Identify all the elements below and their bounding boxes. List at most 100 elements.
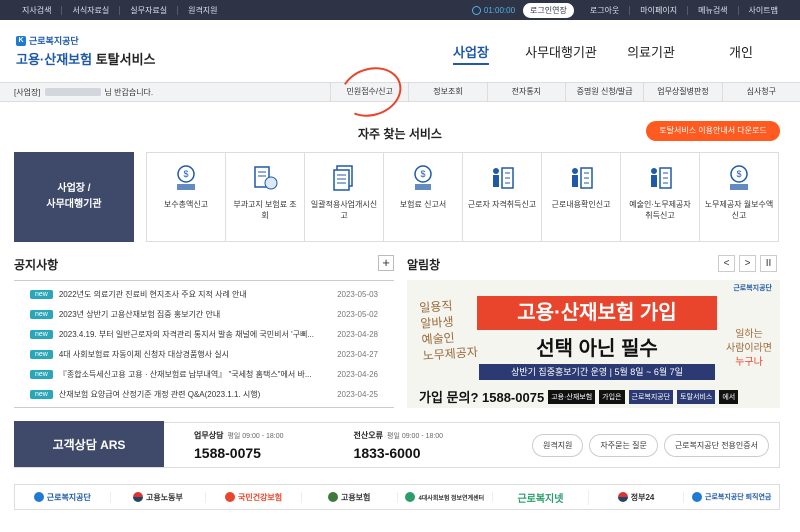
link-sitemap[interactable]: 사이트맵 <box>739 6 788 15</box>
subnav-info-lookup[interactable]: 정보조회 <box>408 82 486 102</box>
notice-list: new 2022년도 의료기관 진료비 현지조사 주요 지적 사례 안내 2023-… <box>14 280 394 408</box>
list-item[interactable]: new 2022년도 의료기관 진료비 현지조사 주요 지적 사례 안내 2023-… <box>14 285 394 304</box>
coin-hand-icon: $ <box>408 163 438 193</box>
notice-text[interactable]: 산재보험 요양급여 산정기준 개정 관련 Q&A(2023.1.1. 시행) <box>59 389 337 400</box>
services-category-tab[interactable]: 사업장 / 사무대행기관 <box>14 152 134 242</box>
ars-it: 전산오류 평일 09:00 - 18:00 1833-6000 <box>354 430 444 461</box>
banner-right-script: 일하는 사람이라면 누구나 <box>726 328 772 370</box>
document-money-icon <box>250 163 280 193</box>
list-item[interactable]: new 2023.4.19. 부터 일반근로자의 자격관리 통지서 발송 채널에 … <box>14 325 394 344</box>
link-form-library[interactable]: 서식자료실 <box>62 5 121 15</box>
frequent-services: 사업장 / 사무대행기관 $ 보수총액신고 부과고지 보험료 조회 일괄적용사업… <box>14 152 779 242</box>
link-branch-search[interactable]: 지사검색 <box>22 5 63 15</box>
partner-name: 국민건강보험 <box>237 492 283 502</box>
coin-document-icon: $ <box>724 163 754 193</box>
greeting-suffix: 님 반갑습니다. <box>104 87 154 97</box>
faq-button[interactable]: 자주묻는 질문 <box>589 433 658 457</box>
nav-agency[interactable]: 사무대행기관 <box>516 42 606 61</box>
list-item[interactable]: new 산재보험 요양급여 산정기준 개정 관련 Q&A(2023.1.1. 시행… <box>14 385 394 404</box>
service-item[interactable]: 예술인·노무제공자 취득신고 <box>621 153 700 241</box>
session-timer: 01:00:00 <box>471 5 515 15</box>
service-item[interactable]: $ 노무제공자 월보수액 신고 <box>700 153 778 241</box>
link-mypage[interactable]: 마이페이지 <box>630 5 689 15</box>
service-item[interactable]: 근로자 자격취득신고 <box>463 153 542 241</box>
new-badge: new <box>30 290 53 299</box>
logo-main-text: 고용·산재보험 <box>16 52 93 67</box>
list-item[interactable]: new 『종합소득세신고용 고용 · 산재보험료 납부내역』 "국세청 홈택스"에… <box>14 365 394 384</box>
banner-subheadline: 선택 아닌 필수 <box>536 338 658 360</box>
service-item[interactable]: $ 보험료 신고서 <box>384 153 463 241</box>
service-item[interactable]: 일괄적용사업개시신고 <box>305 153 384 241</box>
new-badge: new <box>30 330 53 339</box>
subnav-review-request[interactable]: 심사청구 <box>721 82 800 102</box>
notice-text[interactable]: 4대 사회보험료 자동이체 신청자 대상경품행사 실시 <box>59 349 337 360</box>
list-item[interactable]: new 4대 사회보험료 자동이체 신청자 대상경품행사 실시 2023-04-27 <box>14 345 394 364</box>
link-practice-library[interactable]: 실무자료실 <box>120 5 179 15</box>
ars-business-label: 업무상담 <box>194 430 224 440</box>
worker-checklist-icon <box>566 163 596 193</box>
partner-link[interactable]: 고용보험 <box>302 491 398 503</box>
link-remote-support[interactable]: 원격지원 <box>178 6 227 15</box>
notice-more-button[interactable]: + <box>378 255 394 271</box>
ars-buttons: 원격지원 자주묻는 질문 근로복지공단 전용인증서 <box>531 433 769 457</box>
list-item[interactable]: new 2023년 상반기 고용산재보험 집중 홍보기간 안내 2023-05-02 <box>14 305 394 324</box>
nav-personal[interactable]: 개인 <box>696 42 786 61</box>
svg-text:$: $ <box>420 169 425 179</box>
partner-link[interactable]: 근로복지공단 퇴직연금 <box>684 492 779 502</box>
notice-date: 2023-04-26 <box>337 370 378 379</box>
service-item[interactable]: 부과고지 보험료 조회 <box>226 153 305 241</box>
partner-link[interactable]: 국민건강보험 <box>206 491 302 503</box>
ei-logo-icon <box>327 492 338 502</box>
site-logo[interactable]: K 근로복지공단 고용·산재보험 토탈서비스 <box>16 34 156 68</box>
right-script-line: 누구나 <box>735 357 763 368</box>
link-menu-search[interactable]: 메뉴검색 <box>688 5 739 15</box>
category-label-2: 사무대행기관 <box>46 199 102 210</box>
remote-support-button[interactable]: 원격지원 <box>531 433 584 457</box>
partner-name: 고용노동부 <box>146 492 183 502</box>
pause-button[interactable]: II <box>760 255 777 272</box>
login-extend-button[interactable]: 로그인연장 <box>523 2 574 18</box>
service-label: 보험료 신고서 <box>399 200 447 209</box>
partner-link[interactable]: 고용노동부 <box>111 491 207 503</box>
next-button[interactable]: > <box>739 255 756 272</box>
service-item[interactable]: 근로내용확인신고 <box>542 153 621 241</box>
documents-stack-icon <box>329 163 359 193</box>
guide-download-button[interactable]: 토탈서비스 이용안내서 다운로드 <box>646 121 780 141</box>
banner-tag: 근로복지공단 <box>628 389 674 404</box>
svg-text:$: $ <box>736 169 741 179</box>
main-nav: 사업장 사무대행기관 의료기관 개인 <box>426 42 786 61</box>
notice-text[interactable]: 『종합소득세신고용 고용 · 산재보험료 납부내역』 "국세청 홈택스"에서 바… <box>59 369 337 380</box>
link-logout[interactable]: 로그아웃 <box>580 5 631 15</box>
partner-link[interactable]: 근로복지공단 <box>15 491 111 503</box>
promo-banner[interactable]: 근로복지공단 일용직 알바생 예술인 노무제공자 고용·산재보험 가입 선택 아… <box>407 280 780 408</box>
service-label: 보수총액신고 <box>163 200 209 209</box>
taegeuk-icon <box>133 492 144 502</box>
partner-name: 정부24 <box>630 492 655 502</box>
greeting-prefix: [사업장] <box>14 87 41 97</box>
worker-checklist-icon <box>487 163 517 193</box>
subnav-disease-judgment[interactable]: 업무상질병판정 <box>643 82 721 102</box>
banner-bottom: 가입 문의? 1588-0075 고용·산재보험 가입은 근로복지공단 토탈서비… <box>419 387 739 406</box>
partner-link[interactable]: 근로복지넷 <box>493 489 589 505</box>
notice-text[interactable]: 2022년도 의료기관 진료비 현지조사 주요 지적 사례 안내 <box>59 289 337 300</box>
nav-business[interactable]: 사업장 <box>426 42 516 61</box>
notice-text[interactable]: 2023년 상반기 고용산재보험 집중 홍보기간 안내 <box>59 309 337 320</box>
partner-name: 고용보험 <box>340 492 371 502</box>
certificate-button[interactable]: 근로복지공단 전용인증서 <box>663 433 769 457</box>
new-badge: new <box>30 390 53 399</box>
notice-text[interactable]: 2023.4.19. 부터 일반근로자의 자격관리 통지서 발송 채널에 국민비… <box>59 329 337 340</box>
subnav-e-notice[interactable]: 전자통지 <box>486 82 565 102</box>
partner-link[interactable]: 정부24 <box>589 491 685 503</box>
subnav-certificate[interactable]: 증명원 신청/발급 <box>564 82 643 102</box>
logo-org-name: 근로복지공단 <box>29 36 79 46</box>
service-item[interactable]: $ 보수총액신고 <box>147 153 226 241</box>
prev-button[interactable]: < <box>718 255 735 272</box>
banner-left-script: 일용직 알바생 예술인 노무제공자 <box>419 296 479 364</box>
coin-document-icon: $ <box>171 163 201 193</box>
partner-link[interactable]: 4대사회보험 정보연계센터 <box>398 492 494 502</box>
service-list: $ 보수총액신고 부과고지 보험료 조회 일괄적용사업개시신고 $ 보험료 신고… <box>146 152 779 242</box>
redacted-name <box>44 88 101 96</box>
ars-business-hours: 평일 09:00 - 18:00 <box>227 432 284 440</box>
banner-headline: 고용·산재보험 가입 <box>477 296 717 330</box>
nav-medical[interactable]: 의료기관 <box>606 42 696 61</box>
